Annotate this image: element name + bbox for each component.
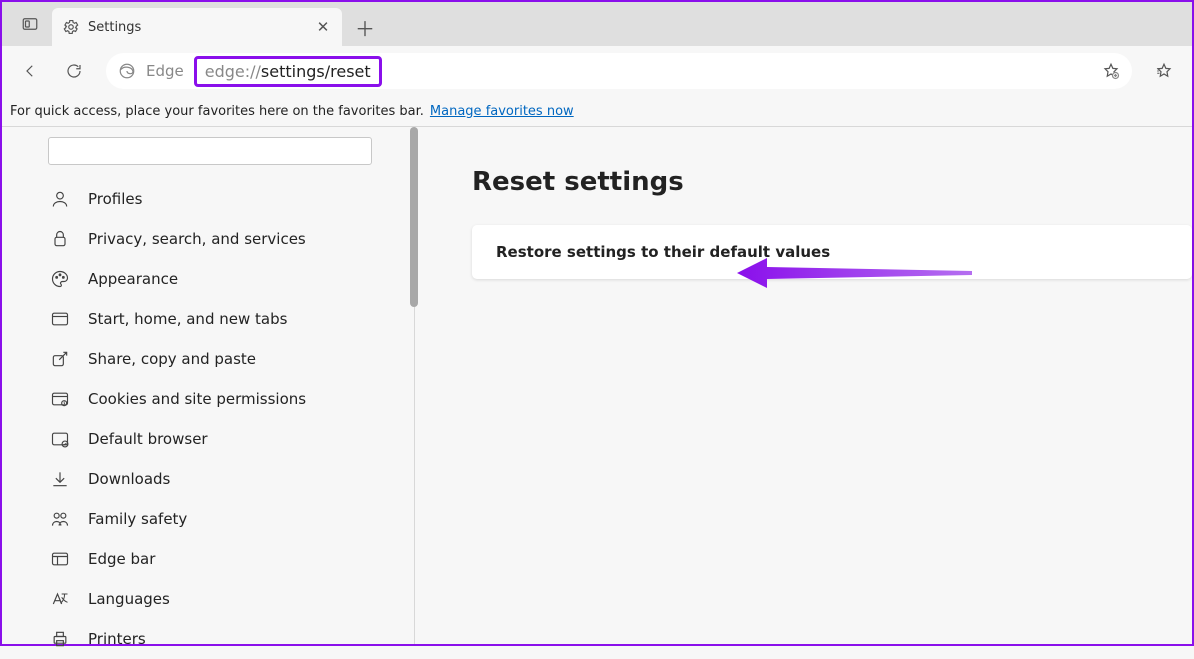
favorites-star-icon bbox=[1155, 62, 1173, 80]
page-heading: Reset settings bbox=[472, 167, 1192, 197]
palette-icon bbox=[50, 269, 70, 289]
tab-close-button[interactable]: ✕ bbox=[314, 18, 332, 36]
gear-icon bbox=[62, 18, 80, 36]
toolbar: Edge edge://settings/reset bbox=[2, 46, 1192, 96]
share-icon bbox=[50, 349, 70, 369]
edge-logo-icon bbox=[118, 62, 136, 80]
restore-defaults-label: Restore settings to their default values bbox=[496, 243, 830, 261]
download-icon bbox=[50, 469, 70, 489]
printer-icon bbox=[50, 629, 70, 649]
site-identity-label: Edge bbox=[146, 62, 184, 80]
sidebar-item-downloads[interactable]: Downloads bbox=[42, 459, 392, 499]
back-arrow-icon bbox=[21, 62, 39, 80]
tab-actions-button[interactable] bbox=[8, 2, 52, 46]
tabs-overview-icon bbox=[21, 15, 39, 33]
sidebar-item-label: Edge bar bbox=[88, 550, 155, 568]
sidebar-item-start[interactable]: Start, home, and new tabs bbox=[42, 299, 392, 339]
favorites-button[interactable] bbox=[1144, 51, 1184, 91]
tab-title: Settings bbox=[88, 20, 141, 35]
favorites-hint-text: For quick access, place your favorites h… bbox=[10, 104, 424, 119]
manage-favorites-link[interactable]: Manage favorites now bbox=[430, 104, 574, 119]
browser-icon bbox=[50, 429, 70, 449]
sidebar-item-label: Cookies and site permissions bbox=[88, 390, 306, 408]
url-highlight-annotation: edge://settings/reset bbox=[194, 56, 382, 87]
language-icon bbox=[50, 589, 70, 609]
settings-search-input[interactable] bbox=[48, 137, 372, 165]
refresh-icon bbox=[65, 62, 83, 80]
sidebar-item-default-browser[interactable]: Default browser bbox=[42, 419, 392, 459]
tab-strip: Settings ✕ ＋ bbox=[2, 2, 1192, 46]
add-favorite-icon[interactable] bbox=[1102, 62, 1120, 80]
sidebar-item-label: Family safety bbox=[88, 510, 187, 528]
url-path: settings/reset bbox=[261, 62, 371, 81]
sidebar-item-label: Default browser bbox=[88, 430, 208, 448]
sidebar-item-label: Share, copy and paste bbox=[88, 350, 256, 368]
url-protocol: edge:// bbox=[205, 62, 261, 81]
sidebar-item-family[interactable]: Family safety bbox=[42, 499, 392, 539]
sidebar-item-profiles[interactable]: Profiles bbox=[42, 179, 392, 219]
restore-defaults-button[interactable]: Restore settings to their default values bbox=[472, 225, 1192, 279]
sidebar-item-label: Start, home, and new tabs bbox=[88, 310, 287, 328]
favorites-bar: For quick access, place your favorites h… bbox=[2, 96, 1192, 126]
sidebar-item-privacy[interactable]: Privacy, search, and services bbox=[42, 219, 392, 259]
new-tab-button[interactable]: ＋ bbox=[348, 10, 382, 44]
settings-main: Reset settings Restore settings to their… bbox=[412, 127, 1192, 644]
family-icon bbox=[50, 509, 70, 529]
cookie-icon bbox=[50, 389, 70, 409]
sidebar-item-label: Downloads bbox=[88, 470, 170, 488]
sidebar-item-printers[interactable]: Printers bbox=[42, 619, 392, 659]
refresh-button[interactable] bbox=[54, 51, 94, 91]
tabs-icon bbox=[50, 309, 70, 329]
browser-tab[interactable]: Settings ✕ bbox=[52, 8, 342, 46]
content-area: Profiles Privacy, search, and services A… bbox=[2, 126, 1192, 644]
sidebar-item-languages[interactable]: Languages bbox=[42, 579, 392, 619]
sidebar-item-label: Profiles bbox=[88, 190, 142, 208]
sidebar-item-appearance[interactable]: Appearance bbox=[42, 259, 392, 299]
sidebar-item-label: Privacy, search, and services bbox=[88, 230, 306, 248]
settings-sidebar: Profiles Privacy, search, and services A… bbox=[2, 127, 412, 644]
sidebar-item-label: Printers bbox=[88, 630, 146, 648]
edgebar-icon bbox=[50, 549, 70, 569]
back-button[interactable] bbox=[10, 51, 50, 91]
sidebar-item-cookies[interactable]: Cookies and site permissions bbox=[42, 379, 392, 419]
sidebar-item-edge-bar[interactable]: Edge bar bbox=[42, 539, 392, 579]
lock-icon bbox=[50, 229, 70, 249]
sidebar-item-label: Languages bbox=[88, 590, 170, 608]
sidebar-item-label: Appearance bbox=[88, 270, 178, 288]
address-bar[interactable]: Edge edge://settings/reset bbox=[106, 53, 1132, 89]
profile-icon bbox=[50, 189, 70, 209]
sidebar-item-share[interactable]: Share, copy and paste bbox=[42, 339, 392, 379]
